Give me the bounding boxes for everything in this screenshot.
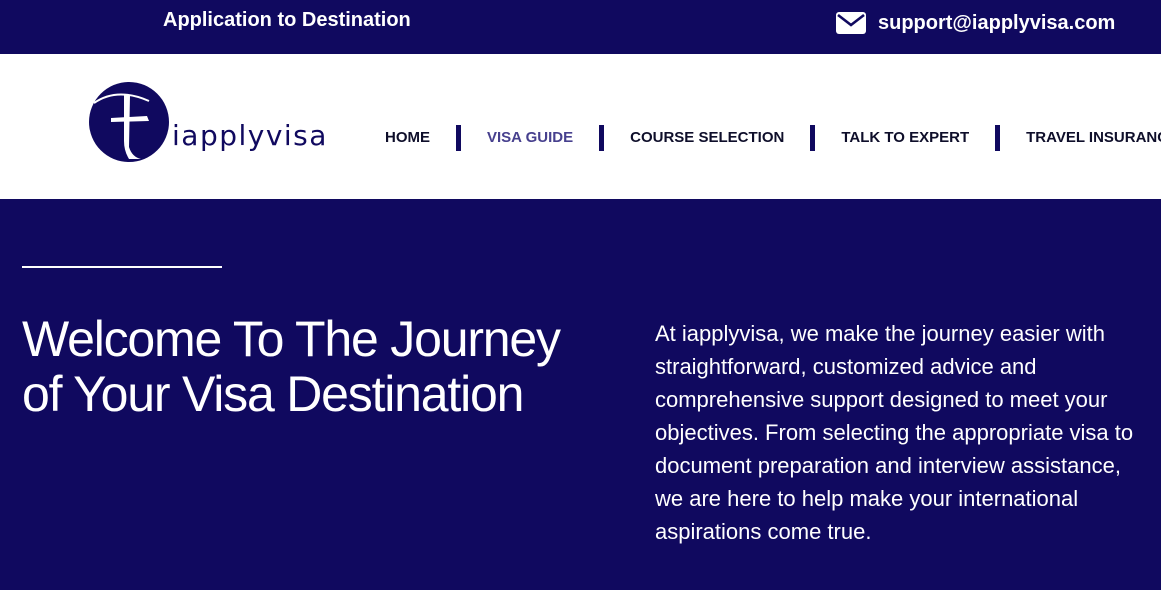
nav-course-selection[interactable]: COURSE SELECTION: [630, 125, 784, 151]
nav-divider: [995, 125, 1001, 151]
nav-visa-guide[interactable]: VISA GUIDE: [487, 125, 573, 151]
email-link[interactable]: support@iapplyvisa.com: [836, 10, 1115, 36]
airplane-logo-icon: [89, 82, 169, 162]
support-email[interactable]: support@iapplyvisa.com: [878, 11, 1115, 35]
nav-divider: [599, 125, 605, 151]
nav-divider: [810, 125, 816, 151]
site-header: iapplyvisa HOME VISA GUIDE COURSE SELECT…: [0, 54, 1161, 199]
envelope-icon: [836, 12, 866, 34]
hero-headline: Welcome To The Journey of Your Visa Dest…: [22, 311, 561, 422]
nav-divider: [456, 125, 461, 151]
nav-travel-insurance[interactable]: TRAVEL INSURANCE: [1026, 125, 1161, 151]
nav-talk-to-expert[interactable]: TALK TO EXPERT: [841, 125, 969, 151]
top-bar: Application to Destination support@iappl…: [0, 0, 1161, 54]
hero-section: Welcome To The Journey of Your Visa Dest…: [0, 199, 1161, 590]
main-nav: HOME VISA GUIDE COURSE SELECTION TALK TO…: [385, 125, 1161, 151]
hero-intro: At iapplyvisa, we make the journey easie…: [655, 321, 1134, 544]
tagline: Application to Destination: [163, 9, 411, 31]
logo-text: iapplyvisa: [172, 119, 328, 152]
site-logo[interactable]: iapplyvisa: [89, 81, 326, 165]
hero-divider: [22, 266, 222, 268]
nav-home[interactable]: HOME: [385, 125, 430, 151]
